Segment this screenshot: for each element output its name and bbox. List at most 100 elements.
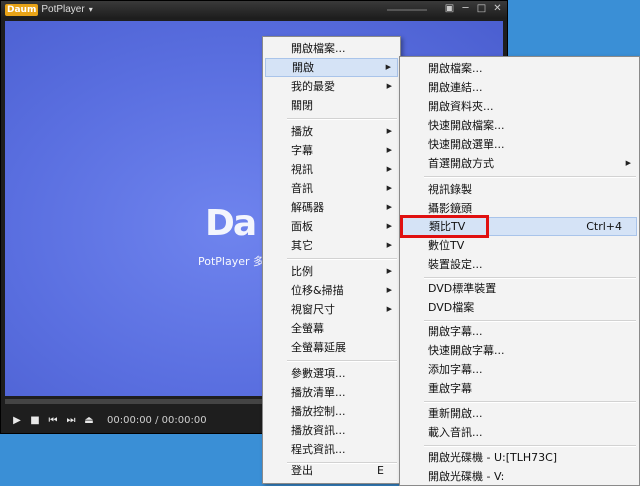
menu-item-playback[interactable]: 播放 ▶ bbox=[265, 122, 398, 141]
maximize-icon[interactable]: □ bbox=[476, 3, 487, 14]
menu-item-close[interactable]: 關閉 bbox=[265, 96, 398, 115]
submenu-arrow-icon: ▶ bbox=[386, 305, 392, 313]
menu-item-label: 開啟檔案... bbox=[291, 42, 346, 55]
menu-item-label: 數位TV bbox=[428, 239, 465, 252]
window-controls: ▣ ─ □ ✕ bbox=[444, 3, 503, 14]
timecode: 00:00:00 / 00:00:00 bbox=[107, 414, 207, 426]
menu-item-label: 位移&掃描 bbox=[291, 284, 344, 297]
title-bar[interactable]: Daum PotPlayer ▾ ▣ ─ □ ✕ bbox=[1, 1, 507, 19]
menu-item-open-url[interactable]: 開啟連結... bbox=[402, 78, 637, 97]
menu-item-favorites[interactable]: 我的最愛 ▶ bbox=[265, 77, 398, 96]
eject-icon[interactable]: ⏏ bbox=[83, 415, 95, 426]
menu-item-decoder[interactable]: 解碼器 ▶ bbox=[265, 198, 398, 217]
submenu-arrow-icon: ▶ bbox=[386, 267, 392, 275]
menu-item-video[interactable]: 視訊 ▶ bbox=[265, 160, 398, 179]
submenu-arrow-icon: ▶ bbox=[386, 184, 392, 192]
menu-item-label: 比例 bbox=[291, 265, 313, 278]
menu-item-quick-open-menu[interactable]: 快速開啟選單... bbox=[402, 135, 637, 154]
menu-item-reopen[interactable]: 重新開啟... bbox=[402, 404, 637, 423]
previous-icon[interactable]: ⏮ bbox=[47, 415, 59, 426]
menu-item-open-drive-v[interactable]: 開啟光碟機 - V: bbox=[402, 467, 637, 486]
daum-logo-badge: Daum bbox=[5, 3, 39, 16]
menu-item-playback-info[interactable]: 播放資訊... bbox=[265, 421, 398, 440]
submenu-arrow-icon: ▶ bbox=[386, 165, 392, 173]
menu-item-fullscreen-stretch[interactable]: 全螢幕延展 bbox=[265, 338, 398, 357]
minimize-icon[interactable]: ─ bbox=[460, 3, 471, 14]
submenu-arrow-icon: ▶ bbox=[386, 241, 392, 249]
menu-item-label: 播放 bbox=[291, 125, 313, 138]
menu-item-label: 全螢幕延展 bbox=[291, 341, 346, 354]
submenu-arrow-icon: ▶ bbox=[386, 203, 392, 211]
menu-item-label: 播放控制... bbox=[291, 405, 346, 418]
submenu-arrow-icon: ▶ bbox=[386, 222, 392, 230]
menu-item-open-subtitle[interactable]: 開啟字幕... bbox=[402, 322, 637, 341]
menu-item-label: 我的最愛 bbox=[291, 80, 335, 93]
menu-item-label: 快速開啟字幕... bbox=[428, 344, 505, 357]
submenu-arrow-icon: ▶ bbox=[386, 127, 392, 135]
menu-item-label: 重啟字幕 bbox=[428, 382, 472, 395]
menu-item-analog-tv[interactable]: 類比TV Ctrl+4 bbox=[400, 215, 637, 238]
menu-item-other[interactable]: 其它 ▶ bbox=[265, 236, 398, 255]
menu-item-open-drive-u[interactable]: 開啟光碟機 - U:[TLH73C] bbox=[402, 448, 637, 467]
menu-item-preferred-open-method[interactable]: 首選開啟方式 ▶ bbox=[402, 154, 637, 173]
menu-item-about[interactable]: 程式資訊... bbox=[265, 440, 398, 459]
menu-item-label: 載入音訊... bbox=[428, 426, 483, 439]
submenu-arrow-icon: ▶ bbox=[386, 146, 392, 154]
menu-item-digital-tv[interactable]: 數位TV bbox=[402, 236, 637, 255]
menu-item-fullscreen[interactable]: 全螢幕 bbox=[265, 319, 398, 338]
menu-item-exit[interactable]: 登出 E bbox=[265, 461, 398, 480]
menu-separator bbox=[287, 118, 397, 120]
menu-item-aspect-ratio[interactable]: 比例 ▶ bbox=[265, 262, 398, 281]
menu-item-label: 開啟光碟機 - U:[TLH73C] bbox=[428, 451, 558, 464]
menu-item-panel[interactable]: 面板 ▶ bbox=[265, 217, 398, 236]
menu-item-add-subtitle[interactable]: 添加字幕... bbox=[402, 360, 637, 379]
menu-item-open-file[interactable]: 開啟檔案... bbox=[265, 39, 398, 58]
menu-item-quick-open-subtitle[interactable]: 快速開啟字幕... bbox=[402, 341, 637, 360]
menu-item-playlist[interactable]: 播放清單... bbox=[265, 383, 398, 402]
menu-item-open-folder[interactable]: 開啟資料夾... bbox=[402, 97, 637, 116]
close-icon[interactable]: ✕ bbox=[492, 3, 503, 14]
menu-item-label: 關閉 bbox=[291, 99, 313, 112]
menu-item-label: 開啟光碟機 - V: bbox=[428, 470, 505, 483]
menu-item-playback-control[interactable]: 播放控制... bbox=[265, 402, 398, 421]
opacity-slider[interactable] bbox=[387, 9, 427, 11]
menu-item-dvd-file[interactable]: DVD檔案 bbox=[402, 298, 637, 317]
menu-item-load-audio[interactable]: 載入音訊... bbox=[402, 423, 637, 442]
menu-item-label: 面板 bbox=[291, 220, 313, 233]
menu-item-audio[interactable]: 音訊 ▶ bbox=[265, 179, 398, 198]
menu-item-video-capture[interactable]: 視訊錄製 bbox=[402, 180, 637, 199]
play-icon[interactable]: ▶ bbox=[11, 415, 23, 426]
menu-item-label: 程式資訊... bbox=[291, 443, 346, 456]
menu-item-label: DVD檔案 bbox=[428, 301, 475, 314]
menu-item-pan-scan[interactable]: 位移&掃描 ▶ bbox=[265, 281, 398, 300]
menu-item-device-settings[interactable]: 裝置設定... bbox=[402, 255, 637, 274]
app-logo[interactable]: Daum PotPlayer ▾ bbox=[5, 3, 93, 16]
menu-item-label: 全螢幕 bbox=[291, 322, 324, 335]
menu-item-label: 其它 bbox=[291, 239, 313, 252]
menu-item-label: 播放資訊... bbox=[291, 424, 346, 437]
menu-item-label: 開啟字幕... bbox=[428, 325, 483, 338]
menu-item-subtitles[interactable]: 字幕 ▶ bbox=[265, 141, 398, 160]
open-submenu: 開啟檔案... 開啟連結... 開啟資料夾... 快速開啟檔案... 快速開啟選… bbox=[399, 56, 640, 486]
menu-item-reload-subtitle[interactable]: 重啟字幕 bbox=[402, 379, 637, 398]
submenu-arrow-icon: ▶ bbox=[386, 82, 392, 90]
menu-item-webcam[interactable]: 攝影鏡頭 bbox=[402, 199, 637, 218]
menu-item-label: 類比TV bbox=[429, 220, 466, 233]
menu-item-dvd-device[interactable]: DVD標準裝置 bbox=[402, 279, 637, 298]
menu-item-open-file[interactable]: 開啟檔案... bbox=[402, 59, 637, 78]
menu-item-label: 開啟 bbox=[292, 61, 314, 74]
menu-item-quick-open-file[interactable]: 快速開啟檔案... bbox=[402, 116, 637, 135]
app-title: PotPlayer bbox=[41, 4, 85, 15]
pin-icon[interactable]: ▣ bbox=[444, 3, 455, 14]
menu-item-preferences[interactable]: 參數選項... bbox=[265, 364, 398, 383]
menu-item-label: 開啟連結... bbox=[428, 81, 483, 94]
stop-icon[interactable]: ■ bbox=[29, 415, 41, 426]
menu-item-window-size[interactable]: 視窗尺寸 ▶ bbox=[265, 300, 398, 319]
menu-item-label: 播放清單... bbox=[291, 386, 346, 399]
menu-item-label: 添加字幕... bbox=[428, 363, 483, 376]
menu-item-open[interactable]: 開啟 ▶ bbox=[265, 58, 398, 77]
menu-shortcut: E bbox=[377, 464, 384, 477]
next-icon[interactable]: ⏭ bbox=[65, 415, 77, 426]
menu-item-label: 參數選項... bbox=[291, 367, 346, 380]
menu-item-label: 視窗尺寸 bbox=[291, 303, 335, 316]
